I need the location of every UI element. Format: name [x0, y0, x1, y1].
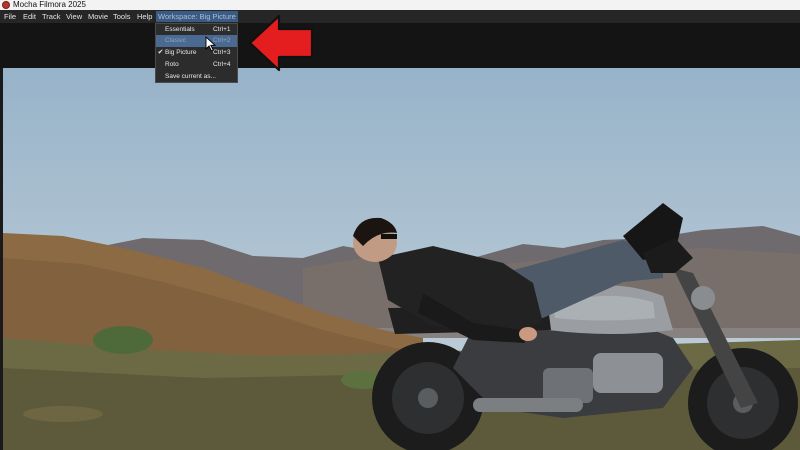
menu-movie[interactable]: Movie	[86, 10, 110, 23]
workspace-option-label: Roto	[165, 61, 179, 68]
workspace-option-roto[interactable]: Roto Ctrl+4	[156, 59, 237, 71]
workspace-option-label: Classic	[165, 37, 186, 44]
menu-help[interactable]: Help	[135, 10, 154, 23]
menu-bar: File Edit Track View Movie Tools Help Wo…	[0, 10, 800, 23]
window-title-bar: Mocha Filmora 2025	[0, 0, 800, 10]
video-frame	[3, 68, 800, 450]
mocha-app-icon	[2, 1, 10, 9]
workspace-option-save-current[interactable]: Save current as...	[156, 71, 237, 83]
workspace-option-label: Save current as...	[165, 73, 216, 80]
workspace-option-shortcut: Ctrl+4	[213, 61, 231, 68]
video-viewer[interactable]	[3, 68, 800, 450]
menu-edit[interactable]: Edit	[21, 10, 38, 23]
menu-file[interactable]: File	[2, 10, 18, 23]
workspace-option-big-picture[interactable]: ✔ Big Picture Ctrl+3	[156, 47, 237, 59]
menu-view[interactable]: View	[64, 10, 84, 23]
toolbar-area	[0, 23, 800, 68]
workspace-option-label: Big Picture	[165, 49, 197, 56]
menu-tools[interactable]: Tools	[111, 10, 133, 23]
menu-workspace[interactable]: Workspace: Big Picture	[156, 11, 238, 22]
window-title: Mocha Filmora 2025	[13, 0, 86, 9]
red-arrow-icon	[248, 14, 314, 72]
menu-track[interactable]: Track	[40, 10, 62, 23]
mouse-pointer-icon	[205, 36, 217, 52]
workspace-option-classic[interactable]: Classic Ctrl+2	[156, 35, 237, 47]
checkmark-icon: ✔	[157, 49, 164, 56]
workspace-dropdown-menu: Essentials Ctrl+1 Classic Ctrl+2 ✔ Big P…	[155, 23, 238, 83]
